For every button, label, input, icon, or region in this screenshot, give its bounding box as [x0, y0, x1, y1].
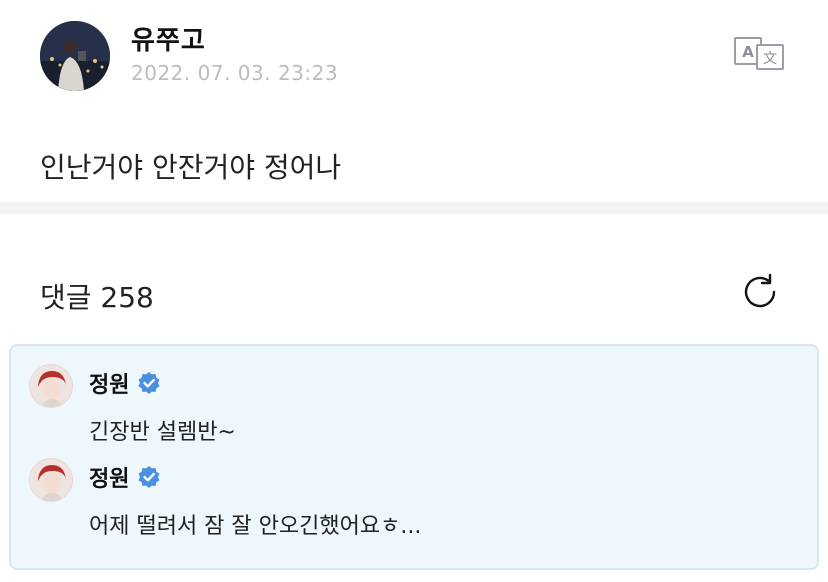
post-header: 유쭈고 2022. 07. 03. 23:23 A 文: [0, 0, 828, 120]
refresh-icon[interactable]: [740, 272, 780, 312]
commenter-name[interactable]: 정원: [89, 461, 161, 493]
comment-text: 어제 떨려서 잠 잘 안오긴했어요ㅎ...: [89, 514, 422, 539]
commenter-avatar[interactable]: [29, 458, 73, 502]
comment-text: 긴장반 설렘반~: [89, 420, 236, 445]
svg-text:文: 文: [763, 51, 777, 67]
section-divider: [0, 202, 828, 214]
post-date: 2022. 07. 03. 23:23: [131, 61, 339, 85]
commenter-name[interactable]: 정원: [89, 367, 161, 399]
verified-badge-icon: [137, 465, 161, 489]
commenter-avatar[interactable]: [29, 364, 73, 408]
verified-badge-icon: [137, 371, 161, 395]
author-name[interactable]: 유쭈고: [131, 20, 206, 57]
comments-count-heading: 댓글 258: [40, 281, 154, 314]
author-avatar[interactable]: [40, 21, 110, 91]
translate-icon[interactable]: A 文: [733, 35, 787, 71]
artist-comments-highlight: 정원 긴장반 설렘반~ 정원 어제 떨려서 잠 잘 안오긴했어요ㅎ...: [9, 344, 819, 570]
svg-text:A: A: [742, 43, 754, 61]
post-body: 인난거야 안잔거야 정어나: [40, 151, 342, 184]
